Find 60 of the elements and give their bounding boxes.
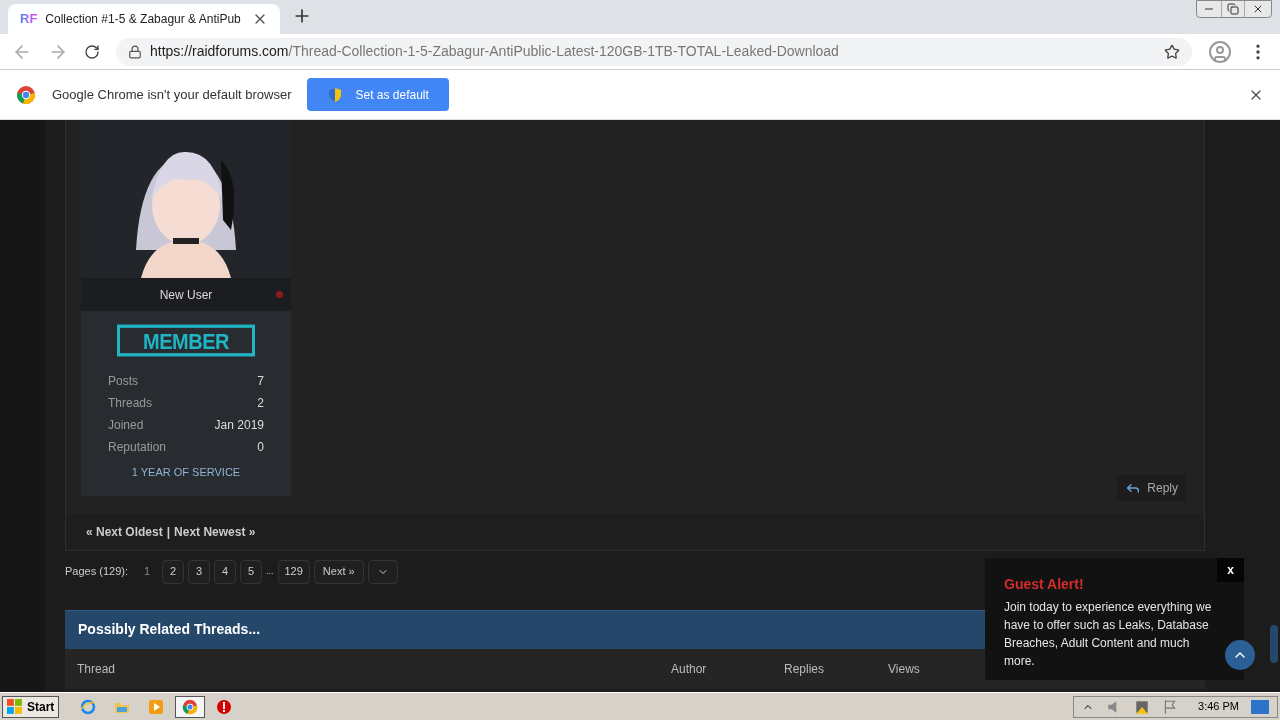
column-header: Views bbox=[888, 660, 921, 678]
column-header: Replies bbox=[784, 660, 826, 678]
stat-value: Jan 2019 bbox=[214, 417, 264, 434]
reload-icon[interactable] bbox=[84, 43, 100, 60]
tab-title: Collection #1-5 & Zabagur & AntiPub bbox=[45, 11, 242, 28]
stop-icon bbox=[216, 698, 233, 715]
set-default-button[interactable]: Set as default bbox=[307, 78, 449, 111]
start-button[interactable]: Start bbox=[2, 695, 60, 718]
stat-label: Reputation bbox=[108, 439, 167, 456]
alert-title: Guest Alert! bbox=[1004, 575, 1085, 594]
alert-message: Join today to experience everything we have to offer such as Leaks, Database Breaches, Adult Content and much more. bbox=[1004, 599, 1213, 670]
stat-label: Joined bbox=[108, 417, 144, 434]
separator: | bbox=[166, 523, 171, 541]
browser-tab[interactable]: RF Collection #1-5 & Zabagur & AntiPub bbox=[8, 4, 280, 34]
previous-thread-link[interactable]: « Next Oldest bbox=[86, 522, 163, 541]
stat-value: 7 bbox=[257, 373, 264, 390]
restore-icon bbox=[1227, 3, 1239, 15]
page-button[interactable]: 5 bbox=[240, 559, 262, 584]
page-button[interactable]: 4 bbox=[214, 559, 236, 584]
shield-icon bbox=[327, 86, 344, 103]
close-alert-button[interactable]: x bbox=[1217, 558, 1244, 582]
scrollbar-thumb[interactable] bbox=[1270, 625, 1278, 663]
restore-button[interactable] bbox=[1221, 1, 1245, 17]
rank-badge: MEMBER bbox=[117, 324, 255, 357]
stat-label: Posts bbox=[108, 373, 138, 390]
flag-icon[interactable] bbox=[1162, 698, 1179, 715]
clock: 3:46 PM bbox=[1198, 699, 1239, 715]
taskbar-app-button[interactable] bbox=[175, 695, 206, 718]
profile-icon[interactable] bbox=[1208, 39, 1232, 64]
user-title: New User bbox=[159, 286, 213, 304]
next-page-button[interactable]: Next » bbox=[313, 559, 364, 584]
stat-label: Threads bbox=[108, 395, 153, 412]
media-player-icon bbox=[148, 698, 165, 715]
windows-logo-icon bbox=[7, 698, 23, 715]
address-bar[interactable]: https://raidforums.com/Thread-Collection-1-5-Zabagur-AntiPublic-Latest-120GB-1TB-TOTAL-Leaked-Download bbox=[116, 37, 1192, 66]
stat-value: 2 bbox=[257, 395, 264, 412]
column-header: Thread bbox=[77, 660, 117, 678]
scroll-top-button[interactable] bbox=[1225, 640, 1255, 670]
chrome-logo-icon bbox=[16, 84, 36, 105]
close-icon bbox=[1252, 3, 1264, 15]
next-thread-link[interactable]: Next Newest » bbox=[174, 522, 256, 541]
globe-icon bbox=[80, 698, 97, 715]
ellipsis: ... bbox=[266, 564, 274, 578]
pages-label: Pages (129): bbox=[65, 564, 128, 580]
page-button[interactable]: 3 bbox=[188, 559, 210, 584]
page-button[interactable]: 2 bbox=[162, 559, 184, 584]
lock-icon bbox=[128, 44, 142, 59]
stat-value: 0 bbox=[257, 439, 264, 456]
infobar-message: Google Chrome isn't your default browser bbox=[52, 85, 292, 104]
url-text: https://raidforums.com/Thread-Collection-1-5-Zabagur-AntiPublic-Latest-120GB-1TB-TOTAL-Leaked-Download bbox=[150, 42, 840, 61]
column-header: Author bbox=[671, 660, 708, 678]
related-threads-title: Possibly Related Threads... bbox=[78, 620, 261, 639]
service-label: 1 YEAR OF SERVICE bbox=[131, 465, 241, 480]
show-desktop-button[interactable] bbox=[1251, 699, 1269, 714]
reply-button[interactable]: Reply bbox=[1117, 474, 1186, 501]
page-button[interactable]: 1 bbox=[136, 559, 158, 584]
star-icon[interactable] bbox=[1164, 43, 1180, 60]
chrome-icon bbox=[182, 698, 199, 715]
network-warning-icon[interactable] bbox=[1134, 698, 1151, 715]
page-button[interactable]: 129 bbox=[277, 559, 310, 584]
